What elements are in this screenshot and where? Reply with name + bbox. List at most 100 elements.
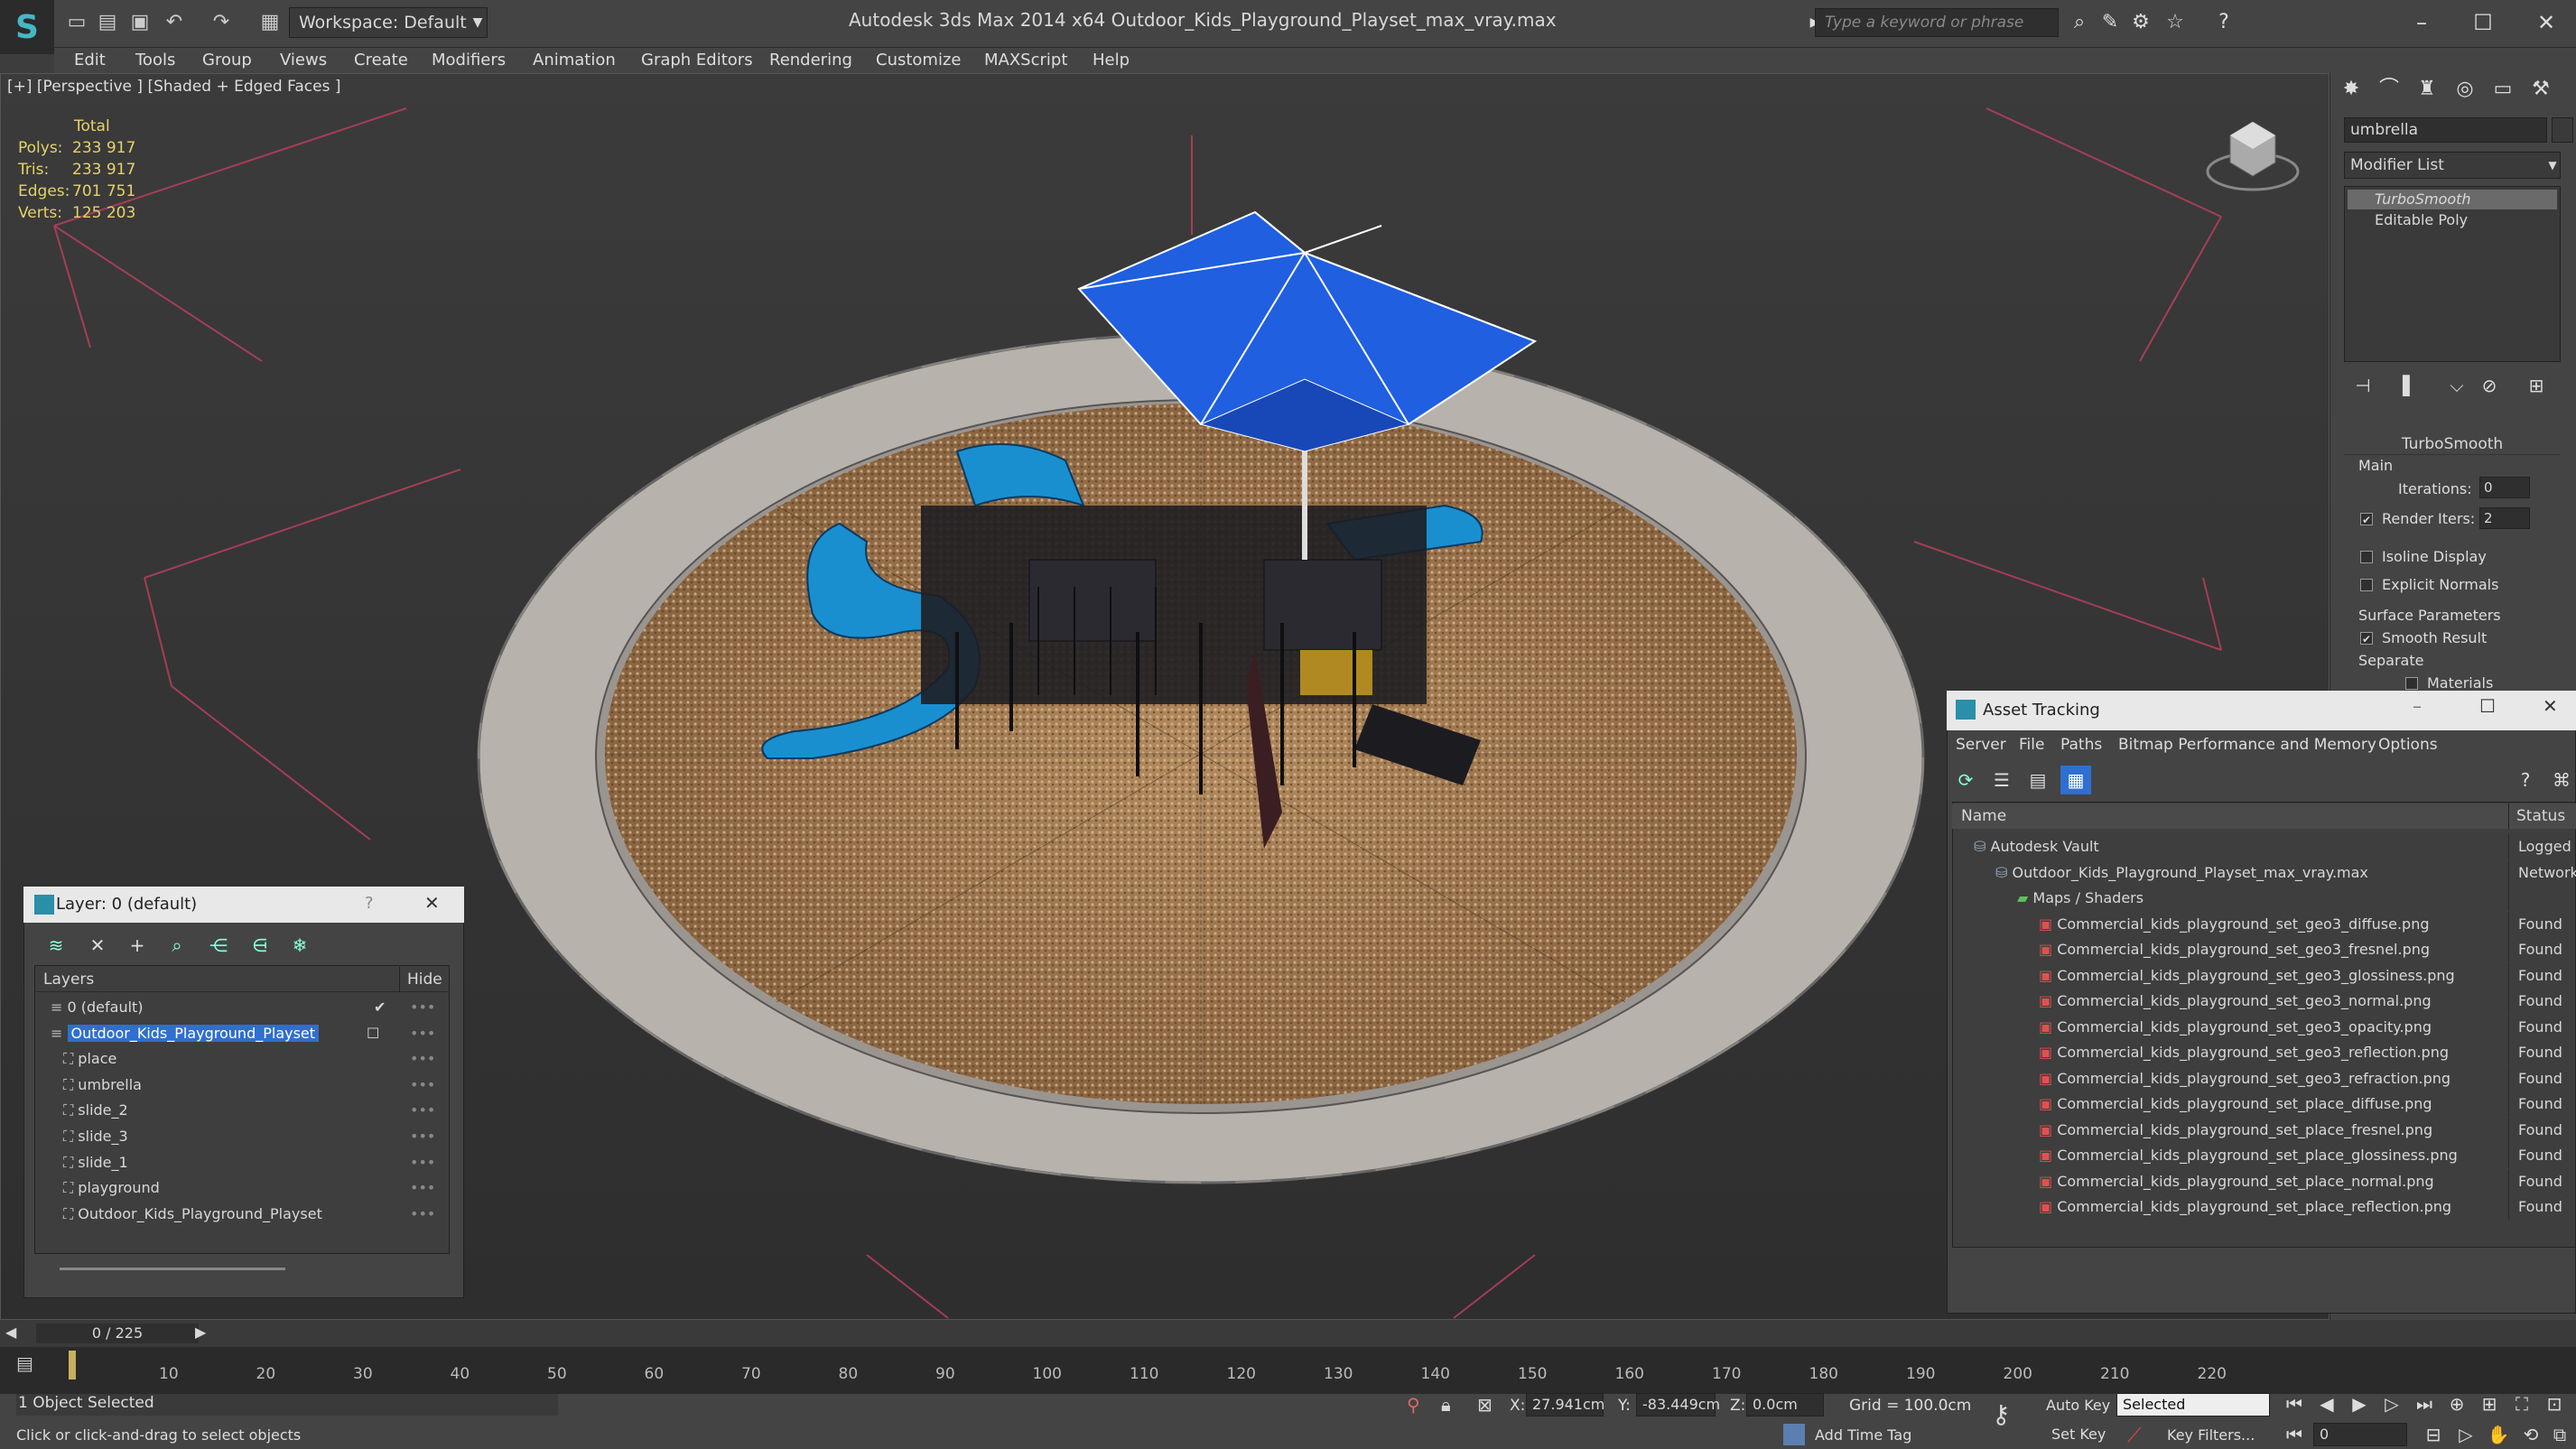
communication-icon[interactable]: ⚙ [2127, 9, 2154, 36]
time-tag-icon[interactable] [1783, 1424, 1805, 1445]
layer-row[interactable]: ⛶ slide_3 ••• [38, 1124, 446, 1149]
select-in-layer-icon[interactable]: ⌕ [163, 932, 191, 959]
help-icon[interactable]: ? [2510, 766, 2541, 794]
z-coordinate-field[interactable]: 0.0cm [1746, 1393, 1824, 1416]
hide-toggle[interactable]: ••• [410, 1073, 435, 1098]
field-of-view-icon[interactable]: ▷ [2452, 1421, 2479, 1448]
col-status[interactable]: Status [2508, 803, 2565, 829]
go-to-start-icon[interactable]: ⏮ [2281, 1390, 2308, 1417]
help-icon[interactable]: ? [365, 894, 374, 913]
layer-row[interactable]: ⛶ slide_1 ••• [38, 1150, 446, 1175]
utilities-tab-icon[interactable]: ⚒ [2525, 74, 2557, 105]
hide-toggle[interactable]: ••• [410, 1021, 435, 1046]
close-icon[interactable]: ✕ [424, 892, 440, 914]
absolute-mode-icon[interactable]: ⊠ [1477, 1394, 1493, 1416]
close-icon[interactable]: ✕ [2526, 5, 2566, 41]
asset-row[interactable]: ▣ Commercial_kids_playground_set_place_f… [1952, 1117, 2576, 1143]
layer-row[interactable]: ⛶ place ••• [38, 1046, 446, 1072]
asset-row[interactable]: ▣ Commercial_kids_playground_set_geo3_no… [1952, 989, 2576, 1014]
hide-toggle[interactable]: ••• [410, 1175, 435, 1201]
set-key-icon[interactable]: ⟋ [2127, 1425, 2141, 1447]
show-end-result-icon[interactable]: ▌ [2395, 372, 2425, 399]
close-icon[interactable]: ✕ [2543, 695, 2558, 717]
hierarchy-tab-icon[interactable]: ♜ [2411, 74, 2443, 105]
object-name-field[interactable]: umbrella [2344, 117, 2547, 143]
maximize-viewport-icon[interactable]: ⧉ [2546, 1421, 2573, 1448]
maximize-icon[interactable]: ☐ [2479, 695, 2496, 717]
asset-row[interactable]: ⛁ Autodesk Vault Logged O [1952, 834, 2576, 859]
key-filters-button[interactable]: Key Filters... [2167, 1426, 2255, 1444]
iterations-spinner[interactable]: 0 [2479, 477, 2530, 498]
asset-row[interactable]: ▣ Commercial_kids_playground_set_geo3_op… [1952, 1014, 2576, 1040]
layer-row[interactable]: ⛶ slide_2 ••• [38, 1098, 446, 1123]
stack-item-editable-poly[interactable]: Editable Poly [2348, 210, 2557, 230]
pin-stack-icon[interactable]: ⊣ [2348, 372, 2378, 399]
freeze-all-layers-icon[interactable]: ❄ [285, 932, 314, 959]
orbit-icon[interactable]: ⟲ [2517, 1421, 2544, 1448]
zoom-extents-all-icon[interactable]: ⊡ [2541, 1390, 2568, 1417]
save-icon[interactable]: ▣ [126, 9, 153, 36]
layer-manager-title[interactable]: Layer: 0 (default) [23, 887, 464, 923]
y-coordinate-field[interactable]: -83.449cm [1636, 1393, 1720, 1416]
asset-row[interactable]: ▣ Commercial_kids_playground_set_geo3_fr… [1952, 937, 2576, 962]
hide-toggle[interactable]: ••• [410, 1046, 435, 1072]
col-hide[interactable]: Hide [399, 967, 442, 992]
minimize-icon[interactable]: – [2413, 695, 2422, 717]
hide-toggle[interactable]: ••• [410, 1098, 435, 1123]
object-color-swatch[interactable] [2552, 117, 2573, 143]
refresh-icon[interactable]: ⟳ [1950, 766, 1981, 794]
favorites-star-icon[interactable]: ☆ [2162, 9, 2189, 36]
lock-icon[interactable]: 🔒︎ [1441, 1394, 1451, 1416]
add-to-layer-icon[interactable]: + [123, 932, 152, 959]
new-icon[interactable]: ▭ [63, 9, 90, 36]
add-time-tag[interactable]: Add Time Tag [1815, 1426, 1911, 1444]
asset-row[interactable]: ▣ Commercial_kids_playground_set_geo3_re… [1952, 1040, 2576, 1065]
highlight-layer-icon[interactable]: ⋲ [204, 932, 233, 959]
configure-sets-icon[interactable]: ⊞ [2521, 372, 2552, 399]
modify-tab-icon[interactable]: ⌒ [2373, 74, 2405, 105]
render-iters-spinner[interactable]: 2 [2479, 507, 2530, 529]
chevron-down-icon[interactable]: ▼ [468, 7, 488, 38]
next-frame-icon[interactable]: ▶ [195, 1324, 206, 1341]
track-bar[interactable] [0, 1347, 2576, 1394]
materials-checkbox[interactable] [2405, 677, 2418, 690]
time-slider[interactable]: 0 / 225 [36, 1324, 199, 1343]
minimize-icon[interactable]: – [2402, 5, 2441, 41]
undo-icon[interactable]: ↶ [161, 9, 188, 36]
menu-animation[interactable]: Animation [533, 48, 616, 73]
isolate-icon[interactable]: ⚲ [1407, 1394, 1420, 1416]
layer-row[interactable]: ≡ 0 (default) ••• ✔ [38, 995, 446, 1020]
search-input[interactable]: Type a keyword or phrase [1815, 8, 2059, 37]
app-logo-icon[interactable]: S [0, 0, 54, 54]
asset-row[interactable]: ▣ Commercial_kids_playground_set_geo3_re… [1952, 1065, 2576, 1091]
subscription-icon[interactable]: ✎ [2097, 9, 2124, 36]
modifier-list-dropdown[interactable]: Modifier List [2344, 152, 2561, 179]
explicit-normals-checkbox[interactable] [2360, 579, 2373, 591]
menu-customize[interactable]: Customize [876, 48, 961, 73]
open-icon[interactable]: ▤ [94, 9, 121, 36]
chevron-down-icon[interactable]: ▼ [2543, 152, 2562, 179]
layer-row[interactable]: ⛶ playground ••• [38, 1175, 446, 1201]
context-help-icon[interactable]: ⌘ [2546, 766, 2576, 794]
hide-all-layers-icon[interactable]: ⋳ [246, 932, 274, 959]
menu-tools[interactable]: Tools [135, 48, 175, 73]
asset-menu-file[interactable]: File [2019, 733, 2044, 757]
asset-row[interactable]: ▣ Commercial_kids_playground_set_place_n… [1952, 1168, 2576, 1194]
display-tab-icon[interactable]: ▭ [2487, 74, 2519, 105]
remove-modifier-icon[interactable]: ⊘ [2474, 372, 2505, 399]
hide-toggle[interactable]: ••• [410, 1124, 435, 1149]
binoculars-icon[interactable]: ⌕ [2066, 9, 2093, 36]
make-unique-icon[interactable]: ⌵ [2441, 372, 2472, 399]
hide-toggle[interactable]: ••• [410, 995, 435, 1020]
asset-menu-paths[interactable]: Paths [2060, 733, 2102, 757]
stack-item-turbosmooth[interactable]: TurboSmooth [2348, 190, 2557, 209]
asset-menu-bitmap[interactable]: Bitmap Performance and Memory [2118, 733, 2376, 757]
current-frame-field[interactable]: 0 [2313, 1423, 2407, 1446]
zoom-extents-icon[interactable]: ⛶ [2508, 1390, 2535, 1417]
zoom-icon[interactable]: ⊕ [2443, 1390, 2470, 1417]
list-view-icon[interactable]: ☰ [1986, 766, 2017, 794]
maximize-icon[interactable]: ☐ [2463, 5, 2503, 41]
thumbnail-view-icon[interactable]: ▤ [2023, 766, 2053, 794]
auto-key-button[interactable]: Auto Key [2046, 1397, 2110, 1414]
workspace-dropdown[interactable]: Workspace: Default [289, 7, 488, 38]
